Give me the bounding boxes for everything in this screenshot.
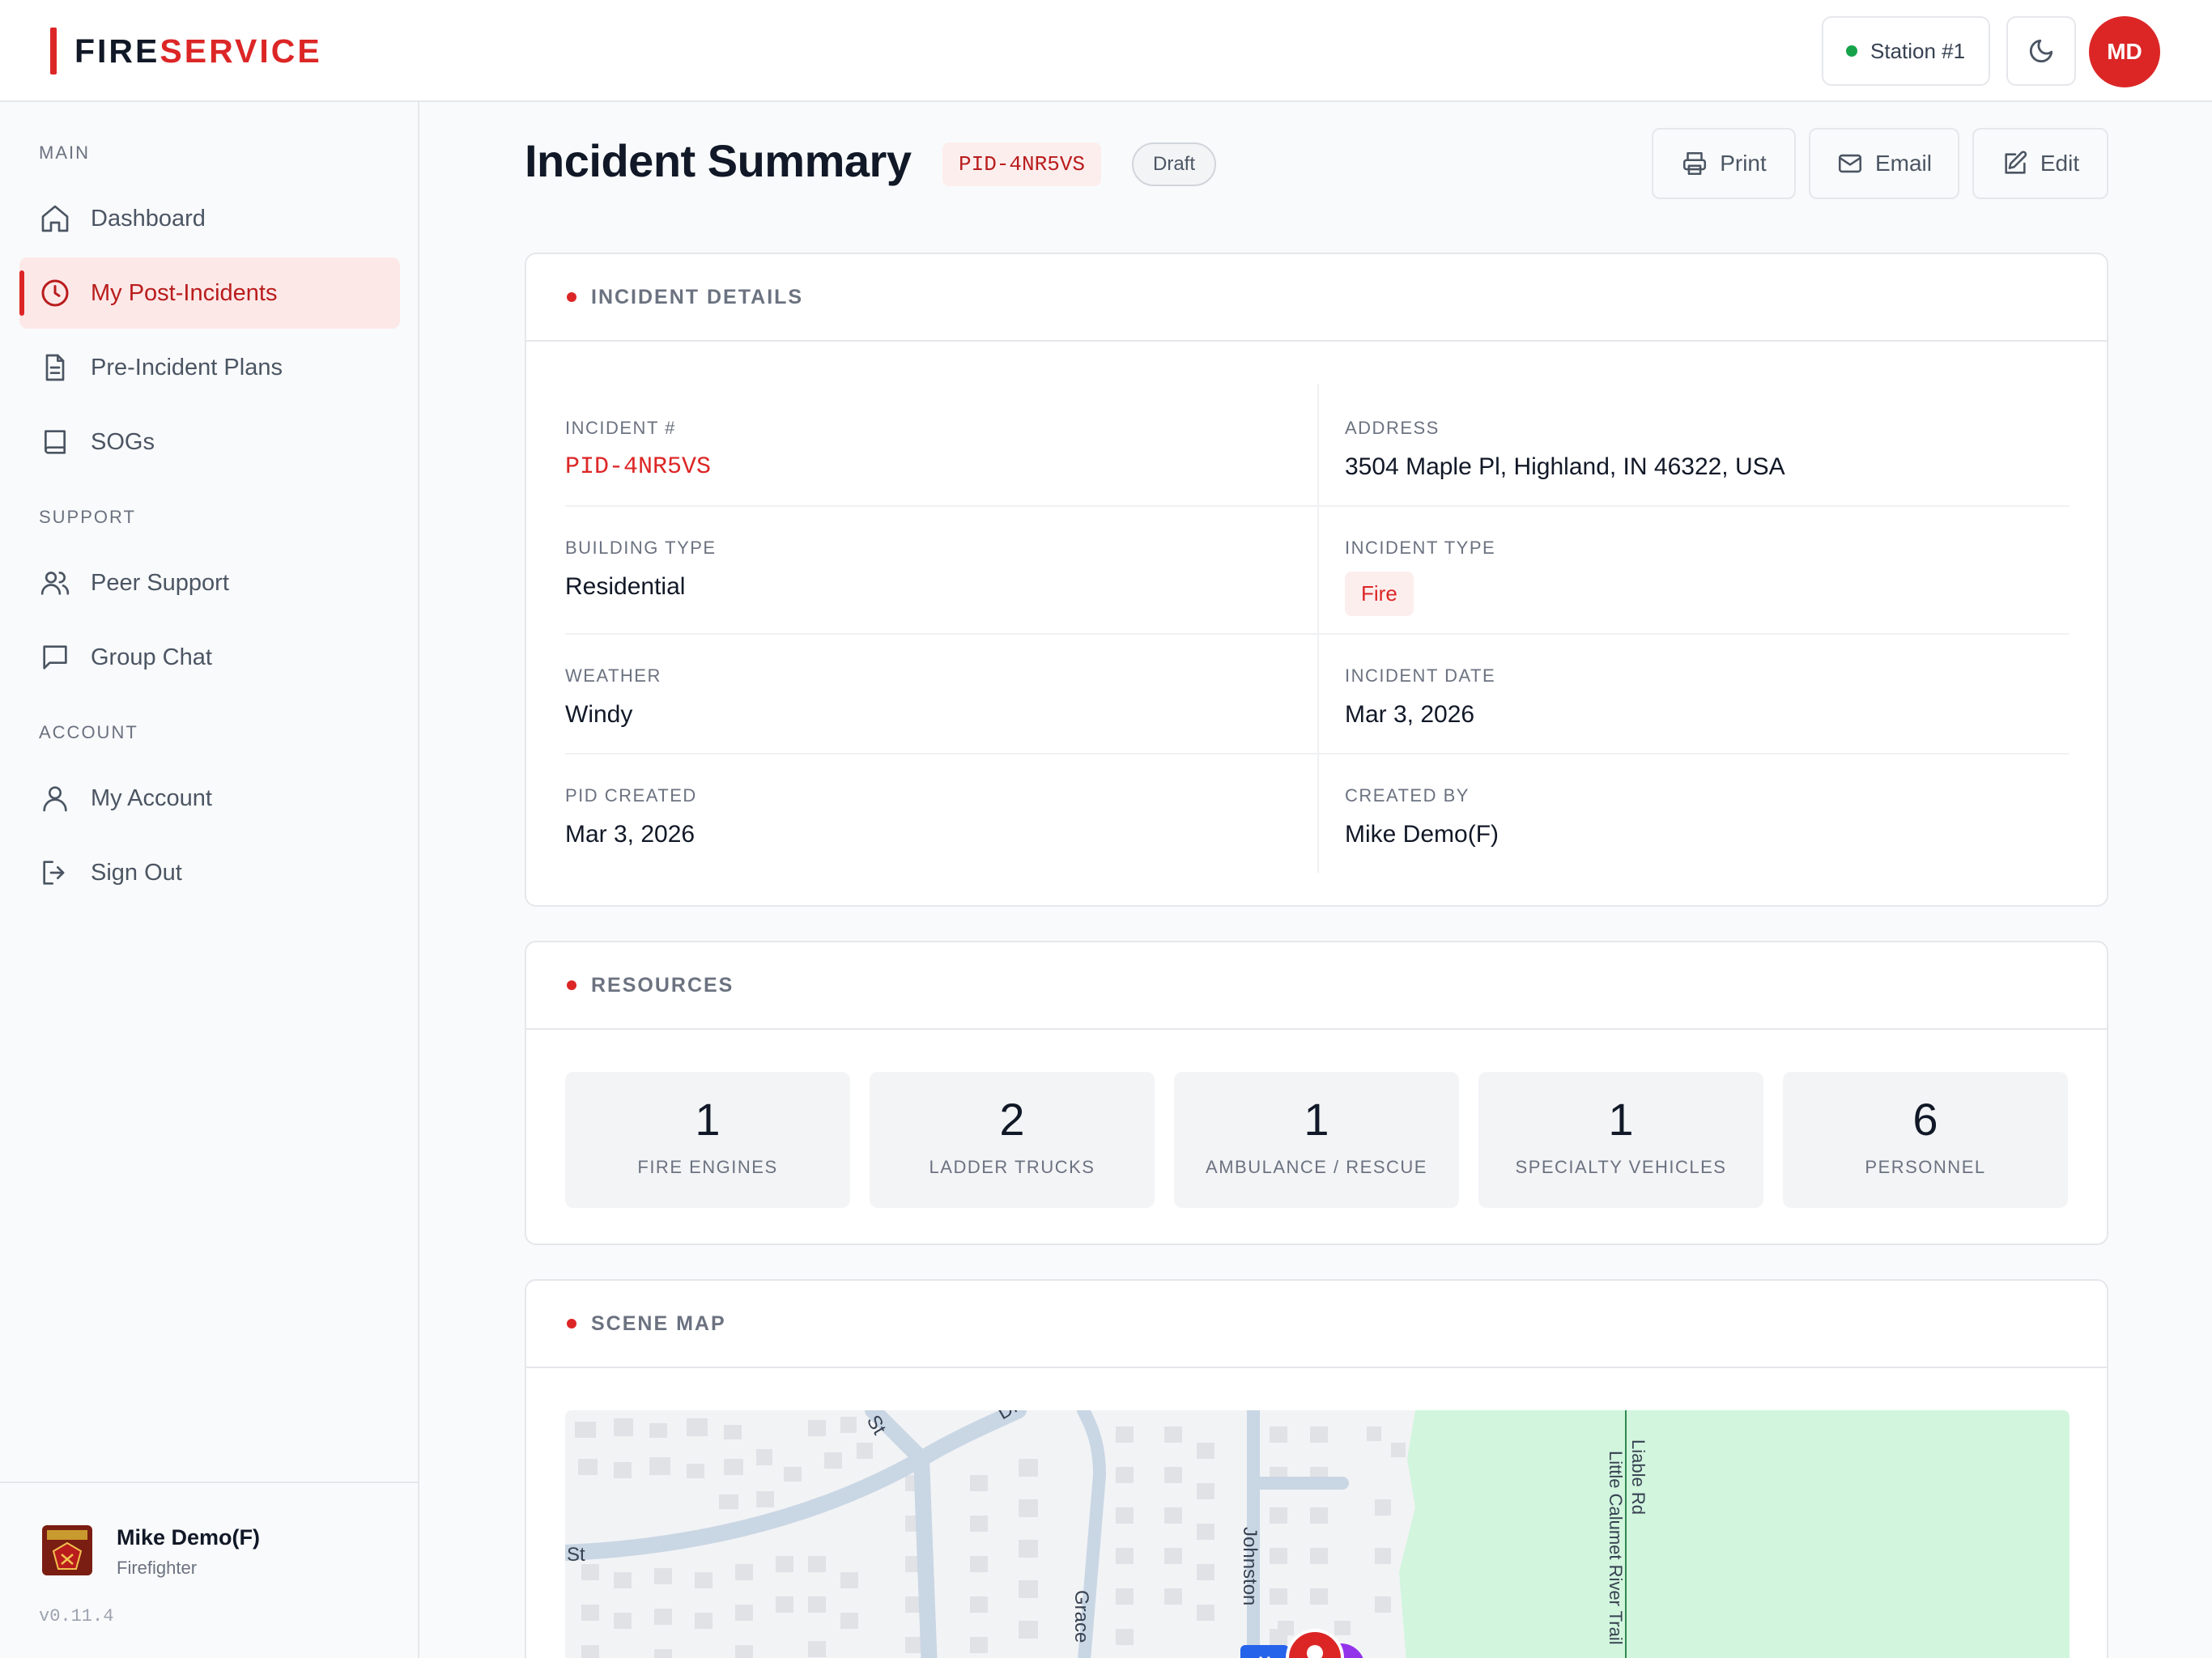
theme-toggle-button[interactable] — [2006, 16, 2076, 86]
user-avatar[interactable]: MD — [2089, 16, 2160, 87]
sidebar-item-label: My Account — [91, 784, 212, 811]
street-label-trail: Little Calumet River Trail — [1606, 1451, 1626, 1645]
street-label-st: St — [567, 1544, 585, 1566]
sidebar-item-label: Pre-Incident Plans — [91, 354, 283, 380]
resources-card: RESOURCES 1 FIRE ENGINES 2 LADDER TRUCKS… — [525, 941, 2108, 1245]
sidebar-item-my-account[interactable]: My Account — [19, 763, 400, 834]
sidebar-item-label: Group Chat — [91, 644, 212, 670]
field-created-by: CREATED BY Mike Demo(F) — [1317, 755, 2069, 873]
station-status-dot — [1846, 45, 1857, 57]
street-label-johnston: Johnston — [1239, 1527, 1261, 1605]
home-icon — [41, 205, 69, 232]
incident-details-card: INCIDENT DETAILS INCIDENT # PID-4NR5VS A… — [525, 253, 2108, 907]
station-selector[interactable]: Station #1 — [1822, 16, 1990, 86]
chat-icon — [43, 645, 67, 670]
sidebar-item-pre-incident-plans[interactable]: Pre-Incident Plans — [19, 332, 400, 403]
scene-map-card: SCENE MAP St St Grace Johnston Liable Rd… — [525, 1279, 2108, 1658]
section-label-support: SUPPORT — [39, 507, 136, 527]
card-title: RESOURCES — [591, 973, 734, 997]
sidebar-item-sogs[interactable]: SOGs — [19, 406, 400, 478]
resource-personnel: 6 PERSONNEL — [1783, 1072, 2068, 1208]
sidebar-item-label: Peer Support — [91, 569, 229, 596]
logo-accent-bar — [50, 28, 57, 74]
sidebar: MAIN Dashboard My Post-Incidents Pre-Inc… — [0, 102, 419, 1658]
mail-icon — [1838, 154, 1862, 173]
scene-map[interactable]: St St Dr Gr Grace Johnston Liable Rd Lit… — [565, 1410, 2069, 1658]
card-header: RESOURCES — [526, 942, 2107, 1030]
status-badge: Draft — [1132, 142, 1217, 186]
page-title: Incident Summary — [525, 135, 912, 186]
card-header: SCENE MAP — [526, 1281, 2107, 1368]
top-bar: FIRESERVICE Station #1 MD — [0, 0, 2212, 102]
sidebar-item-label: My Post-Incidents — [91, 279, 278, 306]
moon-icon — [2029, 39, 2053, 63]
field-weather: WEATHER Windy — [565, 665, 661, 728]
card-header: INCIDENT DETAILS — [526, 254, 2107, 342]
sidebar-item-dashboard[interactable]: Dashboard — [19, 183, 400, 254]
incident-type-badge: Fire — [1345, 572, 1414, 616]
field-building-type: BUILDING TYPE Residential — [565, 538, 717, 600]
field-pid-created: PID CREATED Mar 3, 2026 — [565, 785, 697, 848]
field-incident-number: INCIDENT # PID-4NR5VS — [565, 418, 712, 481]
user-name: Mike Demo(F) — [117, 1525, 261, 1550]
sidebar-item-label: Dashboard — [91, 205, 206, 232]
users-icon — [40, 572, 70, 595]
clock-icon — [41, 279, 69, 307]
pid-badge: PID-4NR5VS — [942, 142, 1102, 186]
sidebar-item-label: Sign Out — [91, 859, 182, 886]
brand-logo[interactable]: FIRESERVICE — [50, 28, 322, 74]
sidebar-item-label: SOGs — [91, 428, 155, 455]
department-badge-icon — [42, 1525, 92, 1575]
map-canvas[interactable]: St St Dr Gr Grace Johnston Liable Rd Lit… — [565, 1410, 2069, 1658]
field-incident-type: INCIDENT TYPE Fire — [1317, 507, 2069, 633]
book-icon — [45, 430, 66, 454]
user-icon — [43, 786, 67, 812]
resource-specialty-vehicles: 1 SPECIALTY VEHICLES — [1478, 1072, 1763, 1208]
street-label-grace: Grace — [1070, 1590, 1092, 1643]
section-dot — [567, 292, 576, 302]
sidebar-item-sign-out[interactable]: Sign Out — [19, 837, 400, 908]
park-area — [1399, 1410, 2069, 1658]
app-version: v0.11.4 — [39, 1606, 114, 1626]
sidebar-item-my-post-incidents[interactable]: My Post-Incidents — [19, 257, 400, 329]
sidebar-item-peer-support[interactable]: Peer Support — [19, 547, 400, 619]
edit-button[interactable]: Edit — [1972, 128, 2108, 199]
station-label: Station #1 — [1870, 38, 1966, 63]
print-button[interactable]: Print — [1652, 128, 1796, 199]
section-label-account: ACCOUNT — [39, 722, 138, 742]
sidebar-item-group-chat[interactable]: Group Chat — [19, 622, 400, 693]
card-title: SCENE MAP — [591, 1312, 726, 1335]
document-icon — [45, 354, 65, 381]
brand-name: FIRESERVICE — [74, 32, 322, 70]
edit-icon — [2005, 151, 2027, 174]
field-incident-date: INCIDENT DATE Mar 3, 2026 — [1317, 635, 2069, 753]
printer-icon — [1683, 151, 1707, 176]
resource-ladder-trucks: 2 LADDER TRUCKS — [870, 1072, 1155, 1208]
user-role: Firefighter — [117, 1558, 198, 1578]
sign-out-icon — [43, 861, 65, 885]
section-dot — [567, 1319, 576, 1329]
field-address: ADDRESS 3504 Maple Pl, Highland, IN 4632… — [1317, 384, 2069, 505]
street-label-liable-rd: Liable Rd — [1628, 1439, 1648, 1515]
resource-fire-engines: 1 FIRE ENGINES — [565, 1072, 850, 1208]
resource-ambulance-rescue: 1 AMBULANCE / RESCUE — [1174, 1072, 1459, 1208]
section-dot — [567, 980, 576, 990]
sidebar-footer: Mike Demo(F) Firefighter v0.11.4 — [0, 1482, 418, 1658]
card-title: INCIDENT DETAILS — [591, 285, 804, 308]
svg-text:H: H — [1258, 1653, 1271, 1658]
email-button[interactable]: Email — [1809, 128, 1959, 199]
section-label-main: MAIN — [39, 142, 90, 163]
